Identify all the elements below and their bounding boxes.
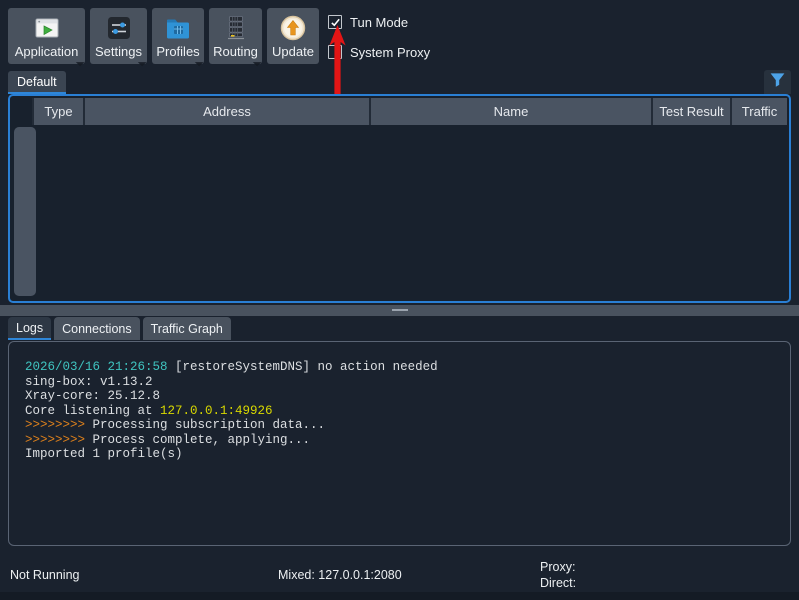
application-button[interactable]: Application [8, 8, 85, 64]
tab-traffic-graph[interactable]: Traffic Graph [143, 317, 231, 340]
tab-connections-label: Connections [62, 322, 132, 336]
server-table[interactable]: Type Address Name Test Result Traffic [8, 94, 791, 303]
table-corner-cell [12, 98, 32, 125]
checkbox-checked-icon [328, 15, 342, 29]
log-timestamp: 2026/03/16 21:26:58 [25, 360, 168, 374]
tab-connections[interactable]: Connections [54, 317, 140, 340]
log-text: Imported 1 profile(s) [25, 447, 183, 461]
chevron-down-icon [72, 54, 85, 67]
column-header-address[interactable]: Address [83, 98, 369, 125]
chevron-down-icon [191, 54, 204, 67]
log-arrows: >>>>>>>> [25, 433, 85, 447]
tun-mode-checkbox[interactable]: Tun Mode [328, 14, 430, 30]
log-line: 2026/03/16 21:26:58 [restoreSystemDNS] n… [25, 360, 782, 375]
bottom-tab-bar: Logs Connections Traffic Graph [8, 317, 231, 340]
update-button-label: Update [272, 45, 314, 59]
update-button[interactable]: Update [267, 8, 319, 64]
column-header-type[interactable]: Type [32, 98, 83, 125]
tab-traffic-graph-label: Traffic Graph [151, 322, 223, 336]
checkbox-unchecked-icon [328, 45, 342, 59]
log-output[interactable]: 2026/03/16 21:26:58 [restoreSystemDNS] n… [8, 341, 791, 546]
status-direct-label: Direct: [540, 576, 576, 590]
status-mixed-address: Mixed: 127.0.0.1:2080 [278, 568, 402, 582]
table-vertical-header [14, 127, 36, 296]
settings-sliders-icon [105, 14, 133, 42]
log-line: Xray-core: 25.12.8 [25, 389, 782, 404]
routing-server-stack-icon [222, 14, 250, 42]
app-window: Application Settings [0, 0, 799, 600]
settings-button[interactable]: Settings [90, 8, 147, 64]
routing-button[interactable]: Routing [209, 8, 262, 64]
tun-mode-label: Tun Mode [350, 15, 408, 30]
status-running-state: Not Running [10, 568, 80, 582]
column-header-traffic[interactable]: Traffic [730, 98, 787, 125]
log-text: Process complete, applying... [85, 433, 310, 447]
tab-logs-label: Logs [16, 321, 43, 335]
log-text: sing-box: v1.13.2 [25, 375, 153, 389]
log-text: Xray-core: 25.12.8 [25, 389, 160, 403]
profile-tab-label: Default [17, 75, 57, 89]
column-header-test-result[interactable]: Test Result [651, 98, 730, 125]
chevron-down-icon [134, 54, 147, 67]
log-line: >>>>>>>> Processing subscription data... [25, 418, 782, 433]
application-button-label: Application [15, 45, 79, 59]
table-header-row: Type Address Name Test Result Traffic [12, 98, 787, 125]
profile-tab-default[interactable]: Default [8, 71, 66, 94]
splitter-grip-icon [392, 309, 408, 311]
window-bottom-edge [0, 592, 799, 600]
splitter-handle[interactable] [0, 305, 799, 316]
toolbar: Application Settings [8, 8, 319, 64]
log-line: >>>>>>>> Process complete, applying... [25, 433, 782, 448]
log-text: [restoreSystemDNS] no action needed [168, 360, 438, 374]
log-text: Core listening at [25, 404, 160, 418]
chevron-down-icon [249, 54, 262, 67]
log-address: 127.0.0.1:49926 [160, 404, 273, 418]
tab-logs[interactable]: Logs [8, 317, 51, 340]
application-window-icon [33, 14, 61, 42]
log-text: Processing subscription data... [85, 418, 325, 432]
log-line: sing-box: v1.13.2 [25, 375, 782, 390]
profiles-folder-icon [164, 14, 192, 42]
system-proxy-checkbox[interactable]: System Proxy [328, 44, 430, 60]
system-proxy-label: System Proxy [350, 45, 430, 60]
mode-checkbox-group: Tun Mode System Proxy [328, 14, 430, 74]
status-proxy-label: Proxy: [540, 560, 575, 574]
log-line: Core listening at 127.0.0.1:49926 [25, 404, 782, 419]
profiles-button[interactable]: Profiles [152, 8, 204, 64]
update-arrow-icon [279, 14, 307, 42]
log-line: Imported 1 profile(s) [25, 447, 782, 462]
column-header-name[interactable]: Name [369, 98, 651, 125]
log-arrows: >>>>>>>> [25, 418, 85, 432]
filter-button[interactable] [764, 70, 791, 94]
filter-funnel-icon [769, 71, 786, 93]
